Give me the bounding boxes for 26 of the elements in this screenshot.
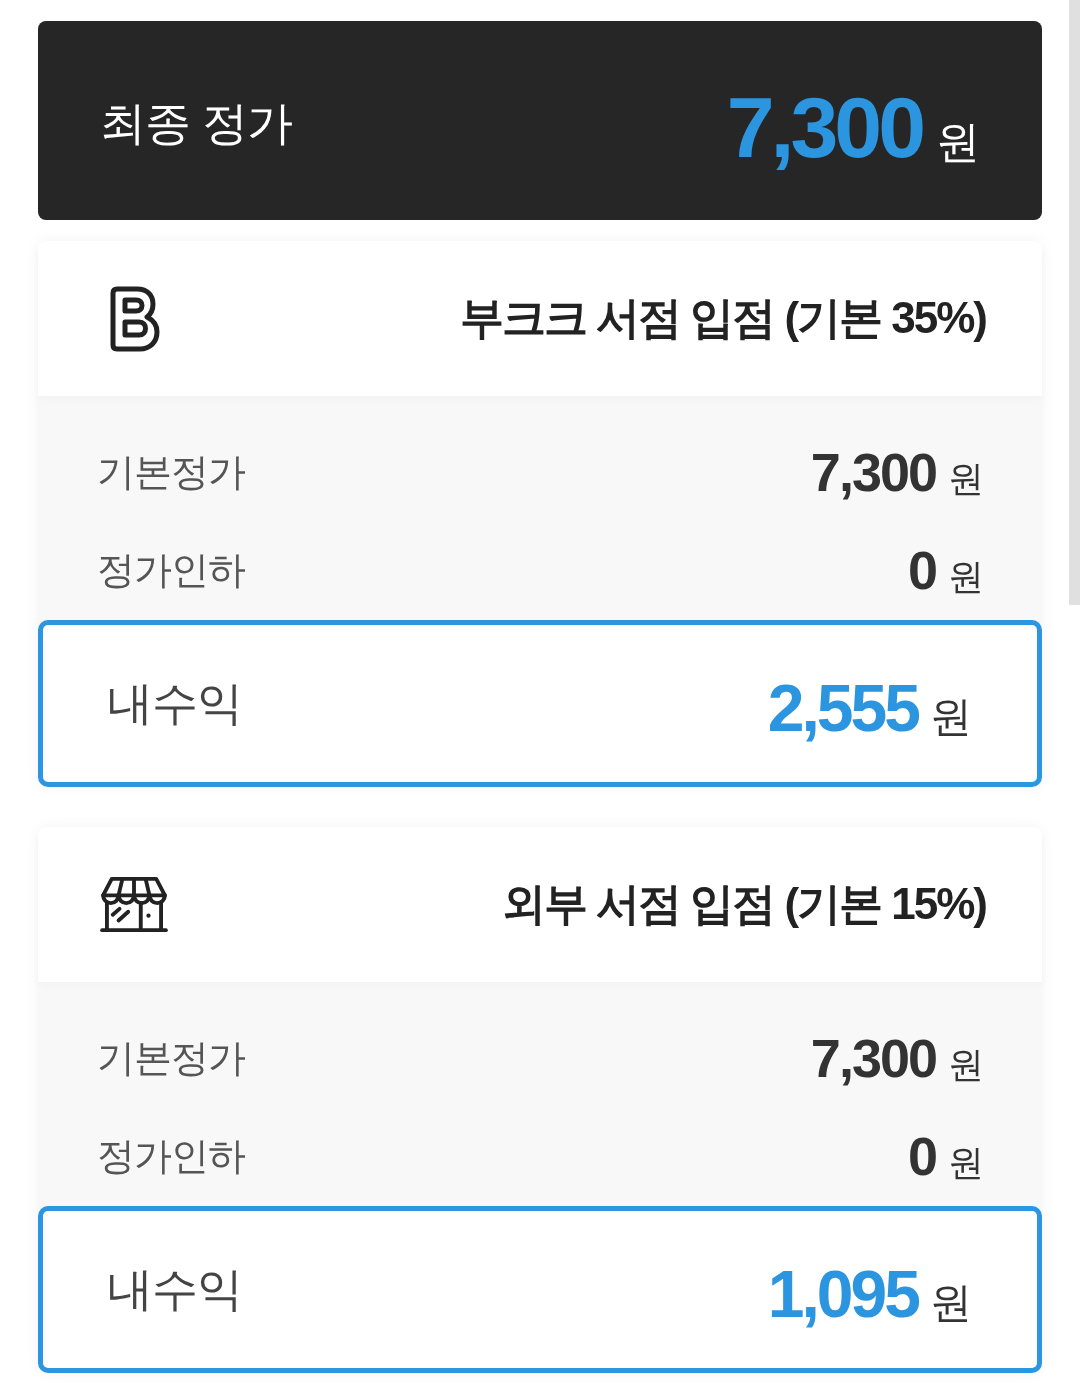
storefront-icon	[100, 875, 168, 934]
price-amount: 0	[907, 538, 936, 601]
price-amount: 7,300	[810, 1026, 936, 1089]
price-label: 정가인하	[97, 547, 245, 593]
letter-b-icon	[110, 285, 160, 352]
price-amount: 7,300	[810, 440, 936, 503]
currency-unit: 원	[948, 456, 984, 501]
channel-title: 외부 서점 입점 (기본 15%)	[501, 878, 986, 930]
earnings-label: 내수익	[107, 675, 242, 731]
currency-unit: 원	[948, 554, 984, 599]
price-label: 기본정가	[97, 449, 245, 495]
price-label: 정가인하	[97, 1133, 245, 1179]
currency-unit: 원	[948, 1140, 984, 1185]
final-price-label: 최종 정가	[100, 95, 292, 151]
currency-unit: 원	[930, 1277, 972, 1328]
currency-unit: 원	[936, 116, 980, 168]
currency-unit: 원	[948, 1042, 984, 1087]
channel-title: 부크크 서점 입점 (기본 35%)	[459, 292, 986, 344]
scrollbar-thumb[interactable]	[1069, 0, 1080, 605]
final-price-amount: 7,300	[726, 78, 922, 177]
earnings-label: 내수익	[107, 1261, 242, 1317]
earnings-amount: 2,555	[767, 669, 918, 746]
price-amount: 0	[907, 1124, 936, 1187]
currency-unit: 원	[930, 691, 972, 742]
price-label: 기본정가	[97, 1035, 245, 1081]
earnings-amount: 1,095	[767, 1255, 918, 1332]
